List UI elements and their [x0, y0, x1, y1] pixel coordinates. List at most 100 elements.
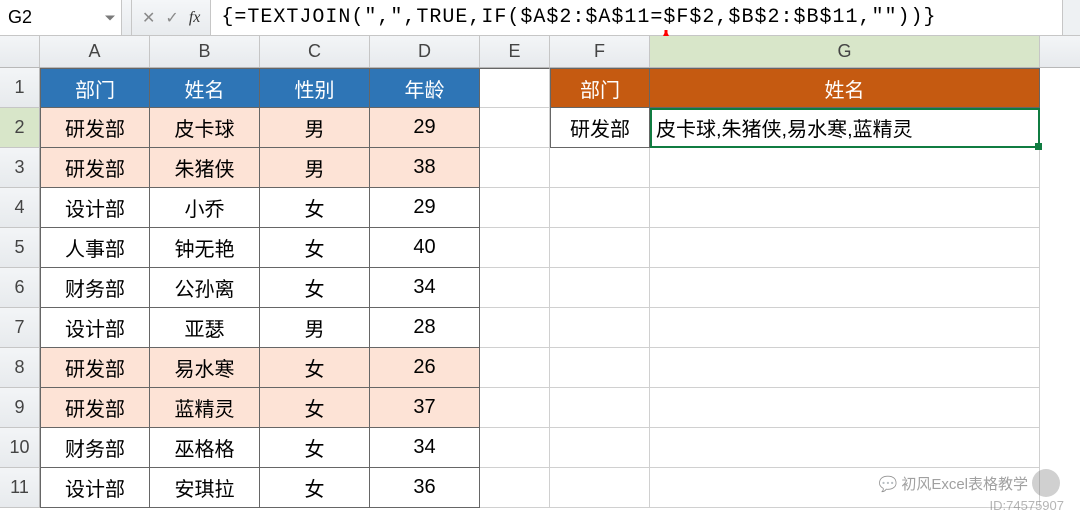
cell-B1[interactable]: 姓名	[150, 68, 260, 108]
cell-A7[interactable]: 设计部	[40, 308, 150, 348]
cell-D4[interactable]: 29	[370, 188, 480, 228]
cell-G4[interactable]	[650, 188, 1040, 228]
cell-B11[interactable]: 安琪拉	[150, 468, 260, 508]
row-header-4[interactable]: 4	[0, 188, 40, 228]
cell-A11[interactable]: 设计部	[40, 468, 150, 508]
col-header-E[interactable]: E	[480, 36, 550, 67]
cell-E10[interactable]	[480, 428, 550, 468]
cell-G7[interactable]	[650, 308, 1040, 348]
cell-C6[interactable]: 女	[260, 268, 370, 308]
cell-C7[interactable]: 男	[260, 308, 370, 348]
cell-A3[interactable]: 研发部	[40, 148, 150, 188]
confirm-icon[interactable]: ✓	[165, 8, 178, 28]
cell-A1[interactable]: 部门	[40, 68, 150, 108]
cell-B2[interactable]: 皮卡球	[150, 108, 260, 148]
cell-A8[interactable]: 研发部	[40, 348, 150, 388]
cell-C11[interactable]: 女	[260, 468, 370, 508]
cell-D6[interactable]: 34	[370, 268, 480, 308]
col-header-G[interactable]: G	[650, 36, 1040, 67]
cell-G9[interactable]	[650, 388, 1040, 428]
cell-E3[interactable]	[480, 148, 550, 188]
cell-B4[interactable]: 小乔	[150, 188, 260, 228]
col-header-F[interactable]: F	[550, 36, 650, 67]
cell-C1[interactable]: 性别	[260, 68, 370, 108]
name-box[interactable]: G2	[0, 0, 122, 35]
cell-F5[interactable]	[550, 228, 650, 268]
cell-B3[interactable]: 朱猪侠	[150, 148, 260, 188]
col-header-A[interactable]: A	[40, 36, 150, 67]
row-header-7[interactable]: 7	[0, 308, 40, 348]
col-header-C[interactable]: C	[260, 36, 370, 67]
row-header-9[interactable]: 9	[0, 388, 40, 428]
cell-B5[interactable]: 钟无艳	[150, 228, 260, 268]
row-header-1[interactable]: 1	[0, 68, 40, 108]
cell-F7[interactable]	[550, 308, 650, 348]
fx-icon[interactable]: fx	[189, 9, 201, 27]
formula-input[interactable]: {=TEXTJOIN(",",TRUE,IF($A$2:$A$11=$F$2,$…	[211, 0, 1062, 35]
cell-A2[interactable]: 研发部	[40, 108, 150, 148]
cancel-icon[interactable]: ✕	[142, 8, 155, 28]
cell-D2[interactable]: 29	[370, 108, 480, 148]
row-header-5[interactable]: 5	[0, 228, 40, 268]
select-all-corner[interactable]	[0, 36, 40, 67]
cell-A9[interactable]: 研发部	[40, 388, 150, 428]
cell-C2[interactable]: 男	[260, 108, 370, 148]
cell-D9[interactable]: 37	[370, 388, 480, 428]
formula-bar-expand[interactable]	[1062, 0, 1080, 35]
cell-E4[interactable]	[480, 188, 550, 228]
cell-E9[interactable]	[480, 388, 550, 428]
cell-F9[interactable]	[550, 388, 650, 428]
cell-E7[interactable]	[480, 308, 550, 348]
cell-D10[interactable]: 34	[370, 428, 480, 468]
row-header-8[interactable]: 8	[0, 348, 40, 388]
cell-F2[interactable]: 研发部	[550, 108, 650, 148]
cell-C8[interactable]: 女	[260, 348, 370, 388]
cell-D11[interactable]: 36	[370, 468, 480, 508]
cell-G8[interactable]	[650, 348, 1040, 388]
cell-E11[interactable]	[480, 468, 550, 508]
cell-E5[interactable]	[480, 228, 550, 268]
cell-B7[interactable]: 亚瑟	[150, 308, 260, 348]
cell-B8[interactable]: 易水寒	[150, 348, 260, 388]
cell-D7[interactable]: 28	[370, 308, 480, 348]
cell-C4[interactable]: 女	[260, 188, 370, 228]
col-header-D[interactable]: D	[370, 36, 480, 67]
cell-G2[interactable]: 皮卡球,朱猪侠,易水寒,蓝精灵	[650, 108, 1040, 148]
cell-D1[interactable]: 年龄	[370, 68, 480, 108]
cell-C5[interactable]: 女	[260, 228, 370, 268]
row-header-10[interactable]: 10	[0, 428, 40, 468]
cell-A4[interactable]: 设计部	[40, 188, 150, 228]
cell-G5[interactable]	[650, 228, 1040, 268]
cell-E8[interactable]	[480, 348, 550, 388]
cell-G3[interactable]	[650, 148, 1040, 188]
cell-A6[interactable]: 财务部	[40, 268, 150, 308]
cell-G6[interactable]	[650, 268, 1040, 308]
row-header-3[interactable]: 3	[0, 148, 40, 188]
row-header-2[interactable]: 2	[0, 108, 40, 148]
row-header-6[interactable]: 6	[0, 268, 40, 308]
cell-A10[interactable]: 财务部	[40, 428, 150, 468]
cell-C3[interactable]: 男	[260, 148, 370, 188]
cell-G1[interactable]: 姓名	[650, 68, 1040, 108]
cell-C9[interactable]: 女	[260, 388, 370, 428]
cell-G10[interactable]	[650, 428, 1040, 468]
row-header-11[interactable]: 11	[0, 468, 40, 508]
cell-F4[interactable]	[550, 188, 650, 228]
cell-A5[interactable]: 人事部	[40, 228, 150, 268]
col-header-B[interactable]: B	[150, 36, 260, 67]
cell-F11[interactable]	[550, 468, 650, 508]
cell-F3[interactable]	[550, 148, 650, 188]
cell-D3[interactable]: 38	[370, 148, 480, 188]
cell-E2[interactable]	[480, 108, 550, 148]
cell-F1[interactable]: 部门	[550, 68, 650, 108]
cell-F6[interactable]	[550, 268, 650, 308]
cell-F8[interactable]	[550, 348, 650, 388]
cell-F10[interactable]	[550, 428, 650, 468]
cell-E1[interactable]	[480, 68, 550, 108]
cell-B9[interactable]: 蓝精灵	[150, 388, 260, 428]
cell-C10[interactable]: 女	[260, 428, 370, 468]
cell-B10[interactable]: 巫格格	[150, 428, 260, 468]
cell-D5[interactable]: 40	[370, 228, 480, 268]
cell-B6[interactable]: 公孙离	[150, 268, 260, 308]
cell-D8[interactable]: 26	[370, 348, 480, 388]
